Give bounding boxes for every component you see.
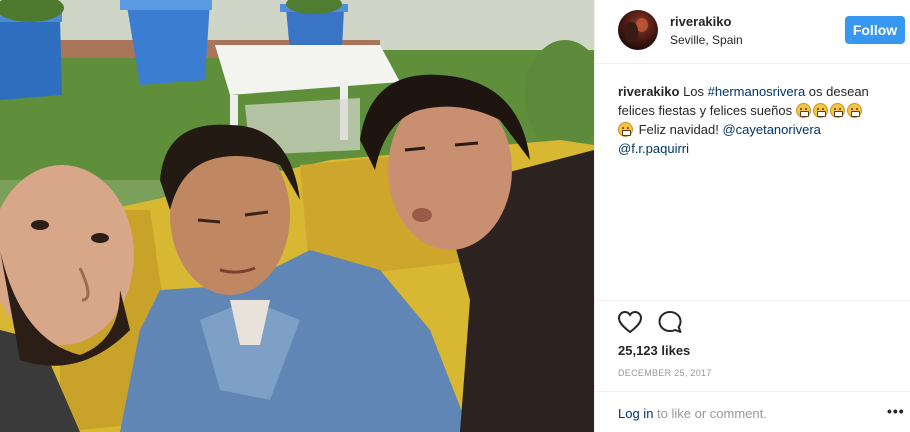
caption-username[interactable]: riverakiko <box>618 84 679 99</box>
grimacing-face-emoji-icon <box>618 122 633 137</box>
heart-icon[interactable] <box>617 310 643 334</box>
post-header: riverakiko Seville, Spain Follow <box>595 0 910 64</box>
mention-link-cayetano[interactable]: @cayetanorivera <box>722 122 820 137</box>
grimacing-face-emoji-icon <box>812 103 828 118</box>
hashtag-link[interactable]: #hermanosrivera <box>708 84 806 99</box>
caption-line2-text: Feliz navidad! <box>635 122 723 137</box>
actions-divider <box>595 300 910 301</box>
login-prompt-text: to like or comment. <box>653 406 767 421</box>
mention-link-paquirri[interactable]: @f.r.paquirri <box>618 141 689 156</box>
login-footer: Log in to like or comment. ••• <box>595 391 910 432</box>
likes-count[interactable]: 25,123 likes <box>618 343 690 358</box>
grimacing-face-emoji-icon <box>846 103 862 118</box>
post-date[interactable]: DECEMBER 25, 2017 <box>618 368 712 378</box>
post-location[interactable]: Seville, Spain <box>670 33 743 47</box>
comment-icon[interactable] <box>657 310 683 334</box>
post-photo[interactable] <box>0 0 594 432</box>
login-prompt: Log in to like or comment. <box>618 406 767 421</box>
avatar[interactable] <box>618 10 658 50</box>
grimacing-face-emoji-icon <box>795 103 811 118</box>
instagram-post: riverakiko Seville, Spain Follow riverak… <box>0 0 910 432</box>
more-options-icon[interactable]: ••• <box>887 404 905 418</box>
selfie-illustration <box>0 0 594 432</box>
follow-button[interactable]: Follow <box>845 16 905 44</box>
post-caption: riverakiko Los #hermanosrivera os desean… <box>618 82 898 158</box>
login-link[interactable]: Log in <box>618 406 653 421</box>
grimacing-face-emoji-icon <box>829 103 845 118</box>
header-username[interactable]: riverakiko <box>670 14 731 29</box>
caption-text-before-tag: Los <box>683 84 708 99</box>
avatar-face <box>624 22 638 42</box>
post-side-panel: riverakiko Seville, Spain Follow riverak… <box>594 0 910 432</box>
